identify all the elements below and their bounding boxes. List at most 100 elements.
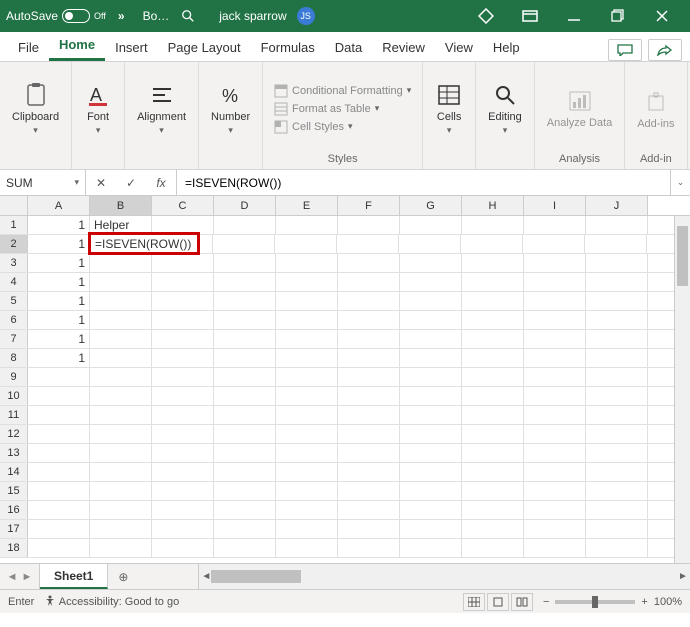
cell[interactable] [400,349,462,367]
cell[interactable] [586,254,648,272]
tab-review[interactable]: Review [372,34,435,61]
row-header[interactable]: 8 [0,349,28,367]
cell[interactable] [276,330,338,348]
conditional-formatting-button[interactable]: Conditional Formatting▾ [272,83,413,99]
select-all-button[interactable] [0,196,28,215]
cell[interactable] [462,216,524,234]
cell[interactable] [199,235,213,253]
add-sheet-button[interactable]: ⊕ [108,564,138,589]
cell[interactable] [152,406,214,424]
cell[interactable] [28,406,90,424]
cell[interactable] [524,501,586,519]
cell[interactable] [28,501,90,519]
row-header[interactable]: 7 [0,330,28,348]
cell[interactable] [586,368,648,386]
cell[interactable] [28,368,90,386]
cell[interactable] [338,216,400,234]
zoom-in-icon[interactable]: + [641,596,647,608]
cell[interactable] [586,539,648,557]
cell[interactable] [338,520,400,538]
tab-page-layout[interactable]: Page Layout [158,34,251,61]
comments-button[interactable] [608,39,642,61]
cell[interactable] [28,482,90,500]
cell[interactable] [524,330,586,348]
cell[interactable] [400,539,462,557]
cell[interactable]: Helper [90,216,152,234]
col-header-i[interactable]: I [524,196,586,215]
cell[interactable] [276,254,338,272]
zoom-thumb[interactable] [592,596,598,608]
cell[interactable] [338,482,400,500]
view-page-layout-button[interactable] [487,593,509,611]
cell[interactable] [524,444,586,462]
cell[interactable] [524,216,586,234]
cell[interactable] [276,444,338,462]
cell[interactable] [90,539,152,557]
cell[interactable] [524,292,586,310]
cell[interactable] [586,330,648,348]
cell[interactable] [152,254,214,272]
cell-styles-button[interactable]: Cell Styles▾ [272,119,413,135]
cell[interactable] [28,425,90,443]
cell[interactable] [462,311,524,329]
cell[interactable] [585,235,647,253]
cell[interactable] [462,425,524,443]
analyze-data-button[interactable]: Analyze Data [543,85,616,131]
cell[interactable] [586,520,648,538]
cell[interactable] [400,387,462,405]
cell[interactable] [90,406,152,424]
autosave-toggle[interactable]: AutoSave Off [6,9,106,23]
cell[interactable] [276,539,338,557]
cell[interactable] [214,482,276,500]
cell[interactable] [338,273,400,291]
cell[interactable] [214,444,276,462]
cell[interactable]: 1 [28,254,90,272]
cell[interactable] [338,292,400,310]
cell[interactable] [214,216,276,234]
cell[interactable] [462,292,524,310]
tab-formulas[interactable]: Formulas [251,34,325,61]
cell[interactable] [214,292,276,310]
cell[interactable] [90,425,152,443]
row-header[interactable]: 12 [0,425,28,443]
cell[interactable] [276,387,338,405]
zoom-out-icon[interactable]: − [543,596,549,608]
cell[interactable] [214,425,276,443]
row-header[interactable]: 6 [0,311,28,329]
cell[interactable] [152,273,214,291]
col-header-f[interactable]: F [338,196,400,215]
cell[interactable] [276,520,338,538]
cell[interactable] [214,406,276,424]
row-header[interactable]: 2 [0,235,28,253]
share-button[interactable] [648,39,682,61]
tab-view[interactable]: View [435,34,483,61]
cell[interactable] [400,406,462,424]
cell[interactable] [400,330,462,348]
cell[interactable] [462,273,524,291]
cell[interactable] [586,387,648,405]
cell[interactable] [462,254,524,272]
cell[interactable]: 1 [28,273,90,291]
cell[interactable] [338,444,400,462]
name-box[interactable]: SUM ▾ [0,170,86,195]
cell[interactable] [275,235,337,253]
upcoming-features-button[interactable] [464,0,508,32]
document-title[interactable]: Bo… [143,9,170,23]
cell[interactable] [338,539,400,557]
cell[interactable] [524,273,586,291]
scrollbar-thumb[interactable] [211,570,301,583]
tab-data[interactable]: Data [325,34,372,61]
cell[interactable] [152,368,214,386]
cell[interactable] [524,406,586,424]
cell[interactable] [462,368,524,386]
editing-button[interactable]: Editing ▾ [484,79,526,138]
cell[interactable] [524,482,586,500]
cell[interactable] [152,501,214,519]
cell[interactable]: 1 [28,311,90,329]
cell[interactable] [400,292,462,310]
cell[interactable] [400,520,462,538]
horizontal-scrollbar[interactable]: ◄ ► [198,564,690,589]
cell[interactable] [152,349,214,367]
col-header-a[interactable]: A [28,196,90,215]
cell[interactable] [276,425,338,443]
